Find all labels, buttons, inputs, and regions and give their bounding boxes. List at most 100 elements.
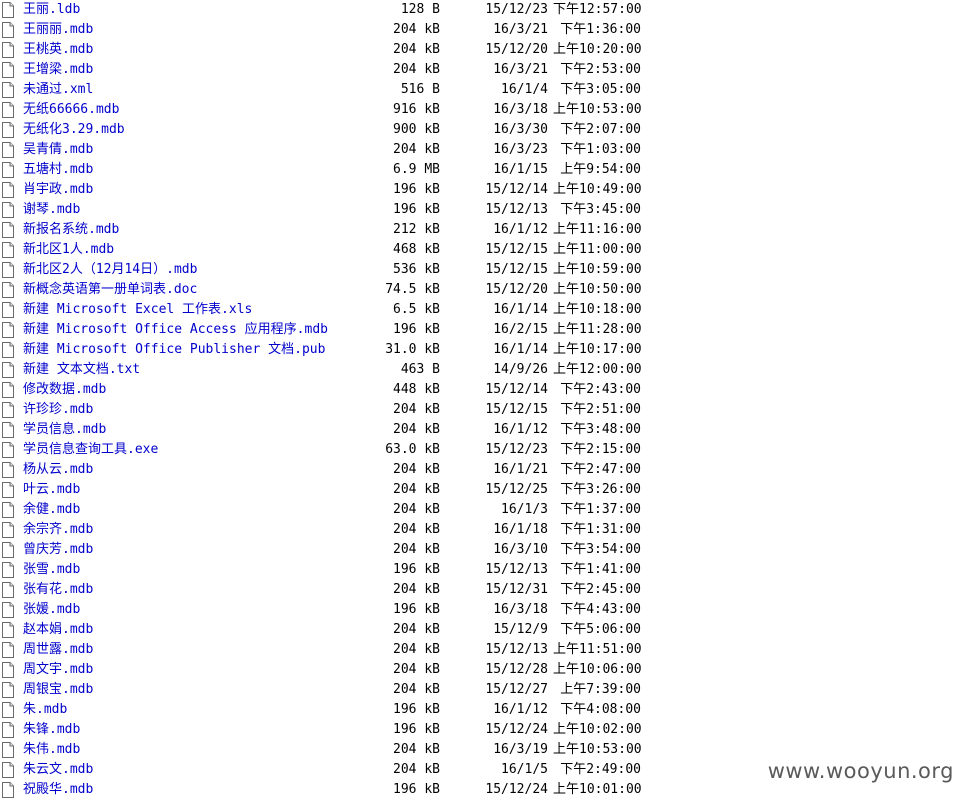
file-name-link[interactable]: 修改数据.mdb [23,380,106,400]
file-row: 周世露.mdb 204 kB 15/12/13 上午11:51:00 [0,640,964,660]
file-icon [2,362,14,378]
file-time: 下午4:08:00 [560,702,641,717]
file-size: 536 kB [393,262,440,277]
file-name-link[interactable]: 无纸66666.mdb [23,100,119,120]
file-row: 谢琴.mdb 196 kB 15/12/13 下午3:45:00 [0,200,964,220]
file-row: 新建 Microsoft Office Access 应用程序.mdb 196 … [0,320,964,340]
file-name-link[interactable]: 张有花.mdb [23,580,93,600]
file-icon [2,342,14,358]
file-name-link[interactable]: 学员信息.mdb [23,420,106,440]
file-name-link[interactable]: 余宗齐.mdb [23,520,93,540]
file-name-link[interactable]: 朱伟.mdb [23,740,80,760]
file-name-link[interactable]: 王增梁.mdb [23,60,93,80]
file-row: 王丽.ldb 128 B 15/12/23 下午12:57:00 [0,0,964,20]
file-row: 未通过.xml 516 B 16/1/4 下午3:05:00 [0,80,964,100]
file-name-link[interactable]: 赵本娟.mdb [23,620,93,640]
file-name-link[interactable]: 新建 Microsoft Office Publisher 文档.pub [23,340,325,360]
file-name-link[interactable]: 新概念英语第一册单词表.doc [23,280,197,300]
file-size: 204 kB [393,502,440,517]
file-row: 祝殿华.mdb 196 kB 15/12/24 上午10:01:00 [0,780,964,800]
file-name-link[interactable]: 王丽丽.mdb [23,20,93,40]
file-name-link[interactable]: 王丽.ldb [23,0,80,20]
file-size: 196 kB [393,202,440,217]
file-icon [2,22,14,38]
file-size: 204 kB [393,642,440,657]
file-name-link[interactable]: 周世露.mdb [23,640,93,660]
file-date: 16/3/10 [493,542,548,557]
file-name-link[interactable]: 新北区2人（12月14日）.mdb [23,260,197,280]
file-name-link[interactable]: 新建 Microsoft Office Access 应用程序.mdb [23,320,328,340]
file-time: 下午2:49:00 [560,762,641,777]
file-size: 74.5 kB [385,282,440,297]
file-name-link[interactable]: 叶云.mdb [23,480,80,500]
file-time: 下午1:31:00 [560,522,641,537]
file-date: 15/12/31 [485,582,548,597]
file-icon [2,682,14,698]
file-name-link[interactable]: 谢琴.mdb [23,200,80,220]
file-time: 下午2:43:00 [560,382,641,397]
file-icon [2,182,14,198]
file-time: 下午2:51:00 [560,402,641,417]
file-row: 无纸化3.29.mdb 900 kB 16/3/30 下午2:07:00 [0,120,964,140]
file-icon [2,42,14,58]
file-size: 204 kB [393,422,440,437]
file-name-link[interactable]: 学员信息查询工具.exe [23,440,158,460]
file-name-link[interactable]: 曾庆芳.mdb [23,540,93,560]
file-icon [2,502,14,518]
file-size: 204 kB [393,482,440,497]
file-size: 196 kB [393,182,440,197]
file-name-link[interactable]: 未通过.xml [23,80,93,100]
file-date: 16/1/4 [501,82,548,97]
file-name-link[interactable]: 新报名系统.mdb [23,220,119,240]
file-size: 204 kB [393,142,440,157]
file-row: 王增梁.mdb 204 kB 16/3/21 下午2:53:00 [0,60,964,80]
file-name-link[interactable]: 无纸化3.29.mdb [23,120,125,140]
file-name-link[interactable]: 新北区1人.mdb [23,240,114,260]
file-row: 新建 文本文档.txt 463 B 14/9/26 上午12:00:00 [0,360,964,380]
file-time: 上午10:53:00 [553,102,642,117]
file-icon [2,262,14,278]
file-date: 15/12/15 [485,262,548,277]
file-time: 下午2:45:00 [560,582,641,597]
file-time: 下午2:53:00 [560,62,641,77]
file-name-link[interactable]: 吴青倩.mdb [23,140,93,160]
file-icon [2,82,14,98]
file-row: 赵本娟.mdb 204 kB 15/12/9 下午5:06:00 [0,620,964,640]
file-name-link[interactable]: 朱云文.mdb [23,760,93,780]
file-date: 15/12/27 [485,682,548,697]
file-date: 16/3/23 [493,142,548,157]
file-name-link[interactable]: 肖宇政.mdb [23,180,93,200]
file-name-link[interactable]: 朱锋.mdb [23,720,80,740]
file-icon [2,162,14,178]
file-time: 下午1:03:00 [560,142,641,157]
file-size: 196 kB [393,702,440,717]
file-date: 16/1/15 [493,162,548,177]
file-row: 叶云.mdb 204 kB 15/12/25 下午3:26:00 [0,480,964,500]
file-name-link[interactable]: 朱.mdb [23,700,67,720]
file-time: 上午7:39:00 [560,682,641,697]
file-name-link[interactable]: 许珍珍.mdb [23,400,93,420]
file-size: 196 kB [393,322,440,337]
file-size: 196 kB [393,782,440,797]
file-date: 16/1/12 [493,702,548,717]
file-name-link[interactable]: 新建 文本文档.txt [23,360,140,380]
file-name-link[interactable]: 祝殿华.mdb [23,780,93,800]
file-time: 上午10:06:00 [553,662,642,677]
file-size: 196 kB [393,602,440,617]
file-name-link[interactable]: 周文宇.mdb [23,660,93,680]
file-name-link[interactable]: 王桃英.mdb [23,40,93,60]
file-time: 下午1:37:00 [560,502,641,517]
file-name-link[interactable]: 新建 Microsoft Excel 工作表.xls [23,300,252,320]
file-name-link[interactable]: 张媛.mdb [23,600,80,620]
file-size: 204 kB [393,42,440,57]
file-name-link[interactable]: 余健.mdb [23,500,80,520]
file-date: 15/12/23 [485,2,548,17]
file-name-link[interactable]: 杨从云.mdb [23,460,93,480]
file-name-link[interactable]: 周银宝.mdb [23,680,93,700]
file-size: 900 kB [393,122,440,137]
file-icon [2,422,14,438]
file-time: 上午11:28:00 [553,322,642,337]
file-name-link[interactable]: 五塘村.mdb [23,160,93,180]
file-time: 上午12:00:00 [553,362,642,377]
file-name-link[interactable]: 张雪.mdb [23,560,80,580]
